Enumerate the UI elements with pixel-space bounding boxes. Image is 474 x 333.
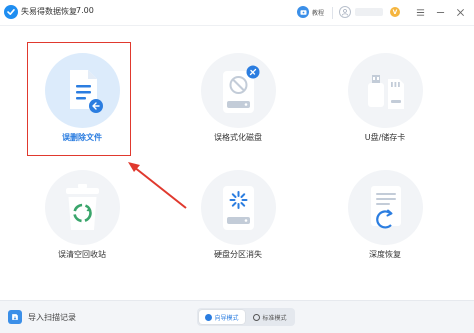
card-label: 误格式化磁盘 — [214, 133, 262, 142]
recycle-bin-icon — [66, 184, 99, 230]
app-title: 失易得数据恢复 — [21, 7, 77, 16]
tutorial-label: 教程 — [312, 9, 325, 17]
user-avatar-icon[interactable] — [339, 6, 351, 18]
vip-badge-icon[interactable]: V — [390, 7, 400, 17]
lost-partition-icon — [223, 186, 254, 230]
deep-recovery-icon — [371, 186, 401, 229]
card-lost-partition[interactable]: 硬盘分区消失 — [183, 165, 293, 275]
mode-toggle: 向导模式 标准模式 — [197, 308, 295, 326]
menu-icon[interactable] — [412, 4, 428, 20]
titlebar-divider — [332, 7, 333, 19]
card-recycle-bin[interactable]: 误清空回收站 — [27, 165, 137, 275]
highlight-box — [27, 42, 131, 156]
mode-standard-label: 标准模式 — [262, 314, 287, 322]
username-masked[interactable] — [355, 8, 383, 16]
card-label: 深度恢复 — [369, 250, 401, 259]
mode-standard-icon — [253, 313, 261, 321]
tutorial-button[interactable]: 教程 — [297, 6, 324, 18]
usb-sdcard-icon — [368, 75, 404, 109]
card-formatted-disk[interactable]: 误格式化磁盘 — [183, 48, 293, 158]
mode-guide-button[interactable]: 向导模式 — [199, 310, 245, 324]
card-label: U盘/储存卡 — [364, 133, 406, 142]
formatted-disk-icon — [223, 65, 260, 113]
import-label: 导入扫描记录 — [28, 312, 76, 322]
bottom-bar: 导入扫描记录 向导模式 标准模式 — [0, 300, 474, 333]
card-usb-sdcard[interactable]: U盘/储存卡 — [330, 48, 440, 158]
close-icon[interactable] — [452, 4, 468, 20]
minimize-icon[interactable] — [432, 4, 448, 20]
mode-guide-icon — [205, 313, 213, 321]
tutorial-icon — [297, 6, 309, 18]
card-label: 误清空回收站 — [58, 250, 106, 259]
mode-guide-label: 向导模式 — [214, 314, 239, 322]
mode-standard-button[interactable]: 标准模式 — [247, 310, 293, 324]
card-label: 硬盘分区消失 — [214, 250, 262, 259]
card-deep-recovery[interactable]: 深度恢复 — [330, 165, 440, 275]
app-logo-icon — [4, 5, 18, 19]
import-scan-record-button[interactable]: 导入扫描记录 — [8, 310, 76, 324]
title-bar: 失易得数据恢复 7.00 教程 V — [0, 0, 474, 26]
import-icon — [8, 310, 22, 324]
app-version: 7.00 — [76, 6, 94, 15]
